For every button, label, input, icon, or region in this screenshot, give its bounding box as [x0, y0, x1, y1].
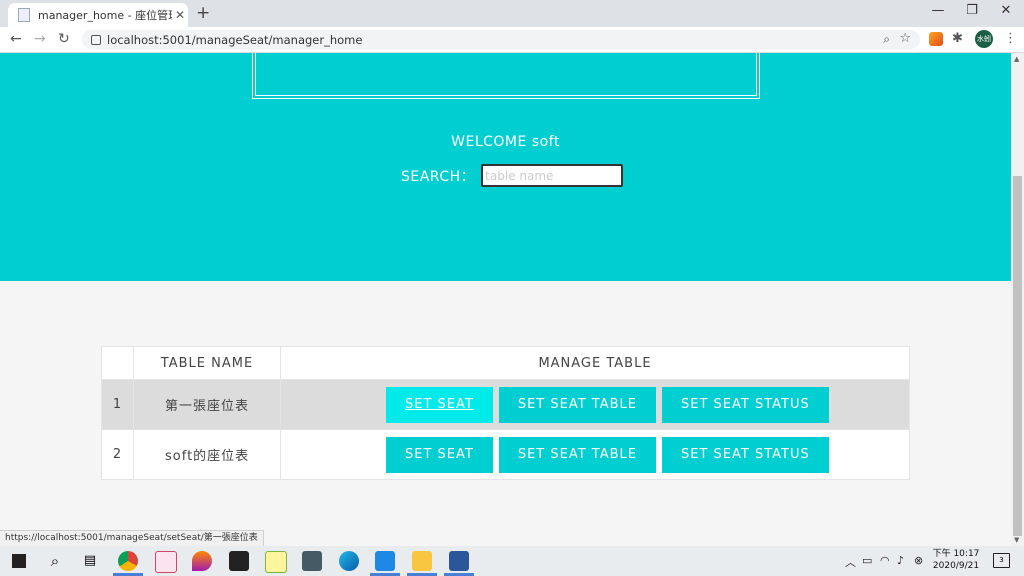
url-text: localhost:5001/manageSeat/manager_home [107, 32, 363, 47]
puzzle-extensions-icon[interactable]: ✱ [952, 32, 966, 46]
calculator-icon[interactable] [302, 551, 322, 571]
profile-avatar[interactable]: 水蚓 [975, 30, 993, 48]
ime-icon[interactable]: ⊗ [914, 554, 923, 567]
scroll-up-icon[interactable]: ▲ [1014, 55, 1019, 63]
seat-tables-list: TABLE NAME MANAGE TABLE 1 第一張座位表 SET SEA… [101, 346, 910, 480]
clock-date: 2020/9/21 [932, 561, 980, 571]
edge-icon[interactable] [339, 551, 359, 571]
zoom-icon[interactable]: ⌕ [883, 32, 890, 47]
scrollbar-thumb[interactable] [1013, 176, 1022, 536]
taskbar-clock[interactable]: 下午 10:17 2020/9/21 [930, 548, 982, 572]
page-favicon-icon [18, 8, 30, 22]
tab-strip: manager_home - 座位管理系統 ✕ + — ❐ ✕ [0, 0, 1024, 27]
set-seat-status-button[interactable]: SET SEAT STATUS [662, 386, 829, 423]
row-actions: SET SEAT SET SEAT TABLE SET SEAT STATUS [280, 429, 910, 480]
search-label: SEARCH： [401, 168, 476, 185]
file-explorer-icon[interactable] [412, 551, 432, 571]
tab-close-icon[interactable]: ✕ [172, 8, 188, 22]
clock-time: 下午 10:17 [932, 549, 980, 559]
page-viewport: ▭ ▭ ▭ WELCOME soft SEARCH： TABLE NAME MA… [0, 53, 1011, 546]
volume-icon[interactable]: ♪ [897, 554, 904, 567]
search-input[interactable] [481, 164, 624, 187]
table-header-row: TABLE NAME MANAGE TABLE [101, 346, 910, 380]
title-frame: ▭ ▭ ▭ [252, 53, 760, 99]
notification-center-icon[interactable]: 3 [993, 553, 1010, 568]
row-table-name: soft的座位表 [165, 449, 250, 464]
browser-tab[interactable]: manager_home - 座位管理系統 ✕ [8, 3, 188, 27]
menu-kebab-icon[interactable]: ⋮ [1004, 31, 1017, 46]
welcome-text: WELCOME soft [451, 134, 560, 150]
vscode-icon[interactable] [375, 551, 395, 571]
search-icon[interactable]: ⌕ [45, 551, 65, 571]
scroll-down-icon[interactable]: ▼ [1014, 536, 1019, 544]
header-table-name: TABLE NAME [133, 346, 281, 380]
new-tab-button[interactable]: + [196, 3, 210, 23]
set-seat-table-button[interactable]: SET SEAT TABLE [498, 436, 657, 473]
minimize-button[interactable]: — [921, 0, 955, 24]
back-icon[interactable]: ← [10, 31, 22, 47]
vertical-scrollbar[interactable]: ▲ ▼ [1011, 53, 1024, 546]
word-icon[interactable] [449, 551, 469, 571]
os-taskbar: ⌕ ▤ ︿ ▭ ◠ ♪ ⊗ 下午 10:17 2020/9/21 3 [0, 546, 1024, 576]
extension-icon[interactable] [929, 32, 943, 46]
address-bar[interactable]: localhost:5001/manageSeat/manager_home ⌕… [82, 30, 920, 49]
set-seat-status-button[interactable]: SET SEAT STATUS [662, 436, 829, 473]
windows-start-icon[interactable] [12, 554, 26, 568]
set-seat-button[interactable]: SET SEAT [386, 436, 493, 473]
tray-chevron-icon[interactable]: ︿ [845, 554, 856, 570]
sticky-notes-icon[interactable] [229, 551, 249, 571]
chrome-icon[interactable] [118, 551, 138, 571]
task-view-icon[interactable]: ▤ [80, 551, 100, 571]
row-number: 1 [101, 379, 134, 430]
header-banner: ▭ ▭ ▭ WELCOME soft SEARCH： [0, 53, 1011, 281]
row-actions: SET SEAT SET SEAT TABLE SET SEAT STATUS [280, 379, 910, 430]
browser-toolbar: ← → ↻ localhost:5001/manageSeat/manager_… [0, 27, 1024, 53]
snip-tool-icon[interactable] [155, 551, 177, 573]
restore-button[interactable]: ❐ [955, 0, 989, 24]
header-manage-table: MANAGE TABLE [280, 346, 910, 380]
table-row: 1 第一張座位表 SET SEAT SET SEAT TABLE SET SEAT … [101, 379, 910, 430]
battery-icon: ▭ [862, 554, 873, 567]
header-num [101, 346, 134, 380]
row-number: 2 [101, 429, 134, 480]
paint-icon[interactable] [192, 551, 212, 571]
row-table-name: 第一張座位表 [165, 399, 250, 414]
set-seat-table-button[interactable]: SET SEAT TABLE [498, 386, 657, 423]
search-row: SEARCH： [401, 164, 624, 187]
reload-icon[interactable]: ↻ [58, 31, 70, 47]
set-seat-button[interactable]: SET SEAT [386, 386, 493, 423]
table-row: 2 soft的座位表 SET SEAT SET SEAT TABLE SET SEA… [101, 429, 910, 480]
forward-icon[interactable]: → [34, 31, 46, 47]
wifi-icon[interactable]: ◠ [880, 554, 890, 567]
window-close-button[interactable]: ✕ [989, 0, 1023, 24]
lock-icon [91, 34, 101, 45]
tool-app-icon[interactable] [265, 551, 287, 573]
bookmark-star-icon[interactable]: ☆ [899, 31, 911, 46]
tab-title: manager_home - 座位管理系統 [38, 9, 172, 22]
